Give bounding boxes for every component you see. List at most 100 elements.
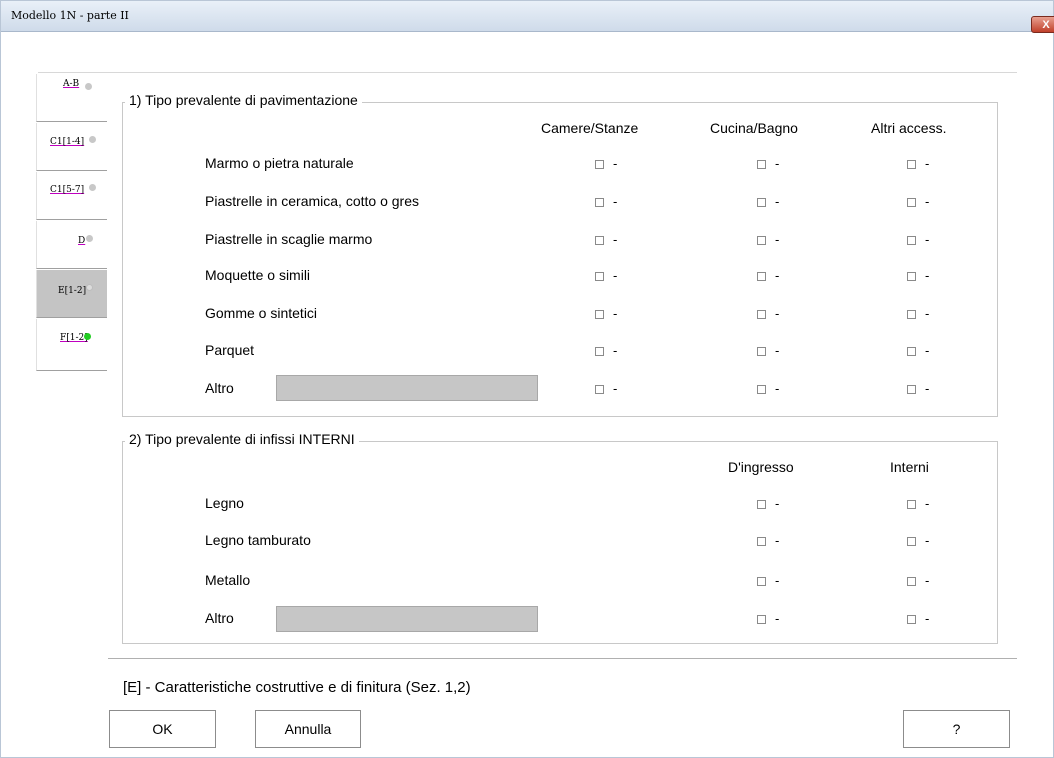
checkbox-label: - bbox=[613, 381, 618, 396]
checkbox-label: - bbox=[775, 232, 780, 247]
checkbox-label: - bbox=[775, 343, 780, 358]
checkbox-label: - bbox=[775, 194, 780, 209]
status-dot-icon bbox=[89, 136, 96, 143]
row-label: Marmo o pietra naturale bbox=[205, 155, 354, 171]
option-checkbox[interactable] bbox=[595, 310, 604, 319]
checkbox-label: - bbox=[613, 156, 618, 171]
option-checkbox[interactable] bbox=[595, 236, 604, 245]
section-1-title: 1) Tipo prevalente di pavimentazione bbox=[125, 92, 362, 108]
checkbox-label: - bbox=[775, 156, 780, 171]
row-label: Legno tamburato bbox=[205, 532, 311, 548]
row-label: Moquette o simili bbox=[205, 267, 311, 283]
column-header-altri: Altri access. bbox=[871, 120, 947, 136]
option-checkbox[interactable] bbox=[757, 160, 766, 169]
option-checkbox[interactable] bbox=[757, 236, 766, 245]
tab-c1-1-4[interactable]: C1[1-4] bbox=[36, 123, 107, 171]
option-checkbox[interactable] bbox=[907, 615, 916, 624]
status-dot-icon bbox=[89, 184, 96, 191]
column-header-interni: Interni bbox=[890, 459, 929, 475]
altro-infissi-input[interactable] bbox=[276, 606, 538, 632]
checkbox-label: - bbox=[613, 306, 618, 321]
tab-label: C1[1-4] bbox=[50, 137, 85, 147]
cancel-button[interactable]: Annulla bbox=[255, 710, 361, 748]
title-bar: Modello 1N - parte II bbox=[1, 1, 1053, 32]
option-checkbox[interactable] bbox=[757, 272, 766, 281]
row-label: Piastrelle in scaglie marmo bbox=[205, 231, 373, 247]
row-label: Piastrelle in ceramica, cotto o gres bbox=[205, 193, 419, 209]
option-checkbox[interactable] bbox=[907, 500, 916, 509]
checkbox-label: - bbox=[925, 496, 930, 511]
checkbox-label: - bbox=[775, 611, 780, 626]
option-checkbox[interactable] bbox=[757, 385, 766, 394]
top-divider bbox=[38, 72, 1017, 73]
option-checkbox[interactable] bbox=[757, 500, 766, 509]
column-header-camere: Camere/Stanze bbox=[541, 120, 639, 136]
column-header-cucina: Cucina/Bagno bbox=[710, 120, 798, 136]
altro-pavimentazione-input[interactable] bbox=[276, 375, 538, 401]
checkbox-label: - bbox=[925, 306, 930, 321]
column-header-ingresso: D'ingresso bbox=[728, 459, 794, 475]
option-checkbox[interactable] bbox=[907, 537, 916, 546]
option-checkbox[interactable] bbox=[907, 160, 916, 169]
close-button[interactable]: X bbox=[1031, 16, 1054, 33]
row-label: Parquet bbox=[205, 342, 255, 358]
window-title: Modello 1N - parte II bbox=[11, 9, 129, 22]
status-dot-icon bbox=[86, 284, 93, 291]
option-checkbox[interactable] bbox=[757, 198, 766, 207]
checkbox-label: - bbox=[775, 306, 780, 321]
checkbox-label: - bbox=[925, 611, 930, 626]
tab-label: A-B bbox=[63, 79, 80, 89]
checkbox-label: - bbox=[925, 156, 930, 171]
tab-label: C1[5-7] bbox=[50, 185, 85, 195]
help-button[interactable]: ? bbox=[903, 710, 1010, 748]
tab-a-b[interactable]: A-B bbox=[36, 74, 107, 122]
ok-button[interactable]: OK bbox=[109, 710, 216, 748]
status-dot-icon bbox=[86, 235, 93, 242]
option-checkbox[interactable] bbox=[757, 347, 766, 356]
option-checkbox[interactable] bbox=[907, 577, 916, 586]
checkbox-label: - bbox=[925, 381, 930, 396]
status-dot-icon bbox=[85, 83, 92, 90]
row-label: Legno bbox=[205, 495, 244, 511]
tab-label: E[1-2] bbox=[58, 286, 87, 296]
checkbox-label: - bbox=[925, 232, 930, 247]
checkbox-label: - bbox=[925, 343, 930, 358]
checkbox-label: - bbox=[775, 496, 780, 511]
row-label: Altro bbox=[205, 610, 234, 626]
row-label: Metallo bbox=[205, 572, 251, 588]
footer-divider bbox=[108, 658, 1017, 659]
option-checkbox[interactable] bbox=[907, 310, 916, 319]
checkbox-label: - bbox=[613, 343, 618, 358]
option-checkbox[interactable] bbox=[907, 236, 916, 245]
option-checkbox[interactable] bbox=[595, 272, 604, 281]
section-pavimentazione bbox=[122, 102, 998, 417]
option-checkbox[interactable] bbox=[907, 198, 916, 207]
checkbox-label: - bbox=[925, 194, 930, 209]
option-checkbox[interactable] bbox=[757, 537, 766, 546]
checkbox-label: - bbox=[613, 194, 618, 209]
checkbox-label: - bbox=[613, 232, 618, 247]
checkbox-label: - bbox=[775, 268, 780, 283]
row-label: Gomme o sintetici bbox=[205, 305, 318, 321]
tab-label: D bbox=[78, 236, 86, 246]
tab-d[interactable]: D bbox=[36, 221, 107, 269]
option-checkbox[interactable] bbox=[595, 160, 604, 169]
status-text: [E] - Caratteristiche costruttive e di f… bbox=[123, 679, 471, 696]
option-checkbox[interactable] bbox=[907, 347, 916, 356]
tab-e-1-2[interactable]: E[1-2] bbox=[36, 270, 107, 318]
option-checkbox[interactable] bbox=[595, 198, 604, 207]
option-checkbox[interactable] bbox=[595, 385, 604, 394]
option-checkbox[interactable] bbox=[757, 577, 766, 586]
row-label: Altro bbox=[205, 380, 234, 396]
section-2-title: 2) Tipo prevalente di infissi INTERNI bbox=[125, 431, 359, 447]
option-checkbox[interactable] bbox=[907, 272, 916, 281]
checkbox-label: - bbox=[613, 268, 618, 283]
option-checkbox[interactable] bbox=[757, 310, 766, 319]
option-checkbox[interactable] bbox=[595, 347, 604, 356]
tab-f-1-2[interactable]: F[1-2] bbox=[36, 319, 107, 371]
option-checkbox[interactable] bbox=[757, 615, 766, 624]
tab-c1-5-7[interactable]: C1[5-7] bbox=[36, 172, 107, 220]
checkbox-label: - bbox=[775, 573, 780, 588]
checkbox-label: - bbox=[775, 381, 780, 396]
option-checkbox[interactable] bbox=[907, 385, 916, 394]
